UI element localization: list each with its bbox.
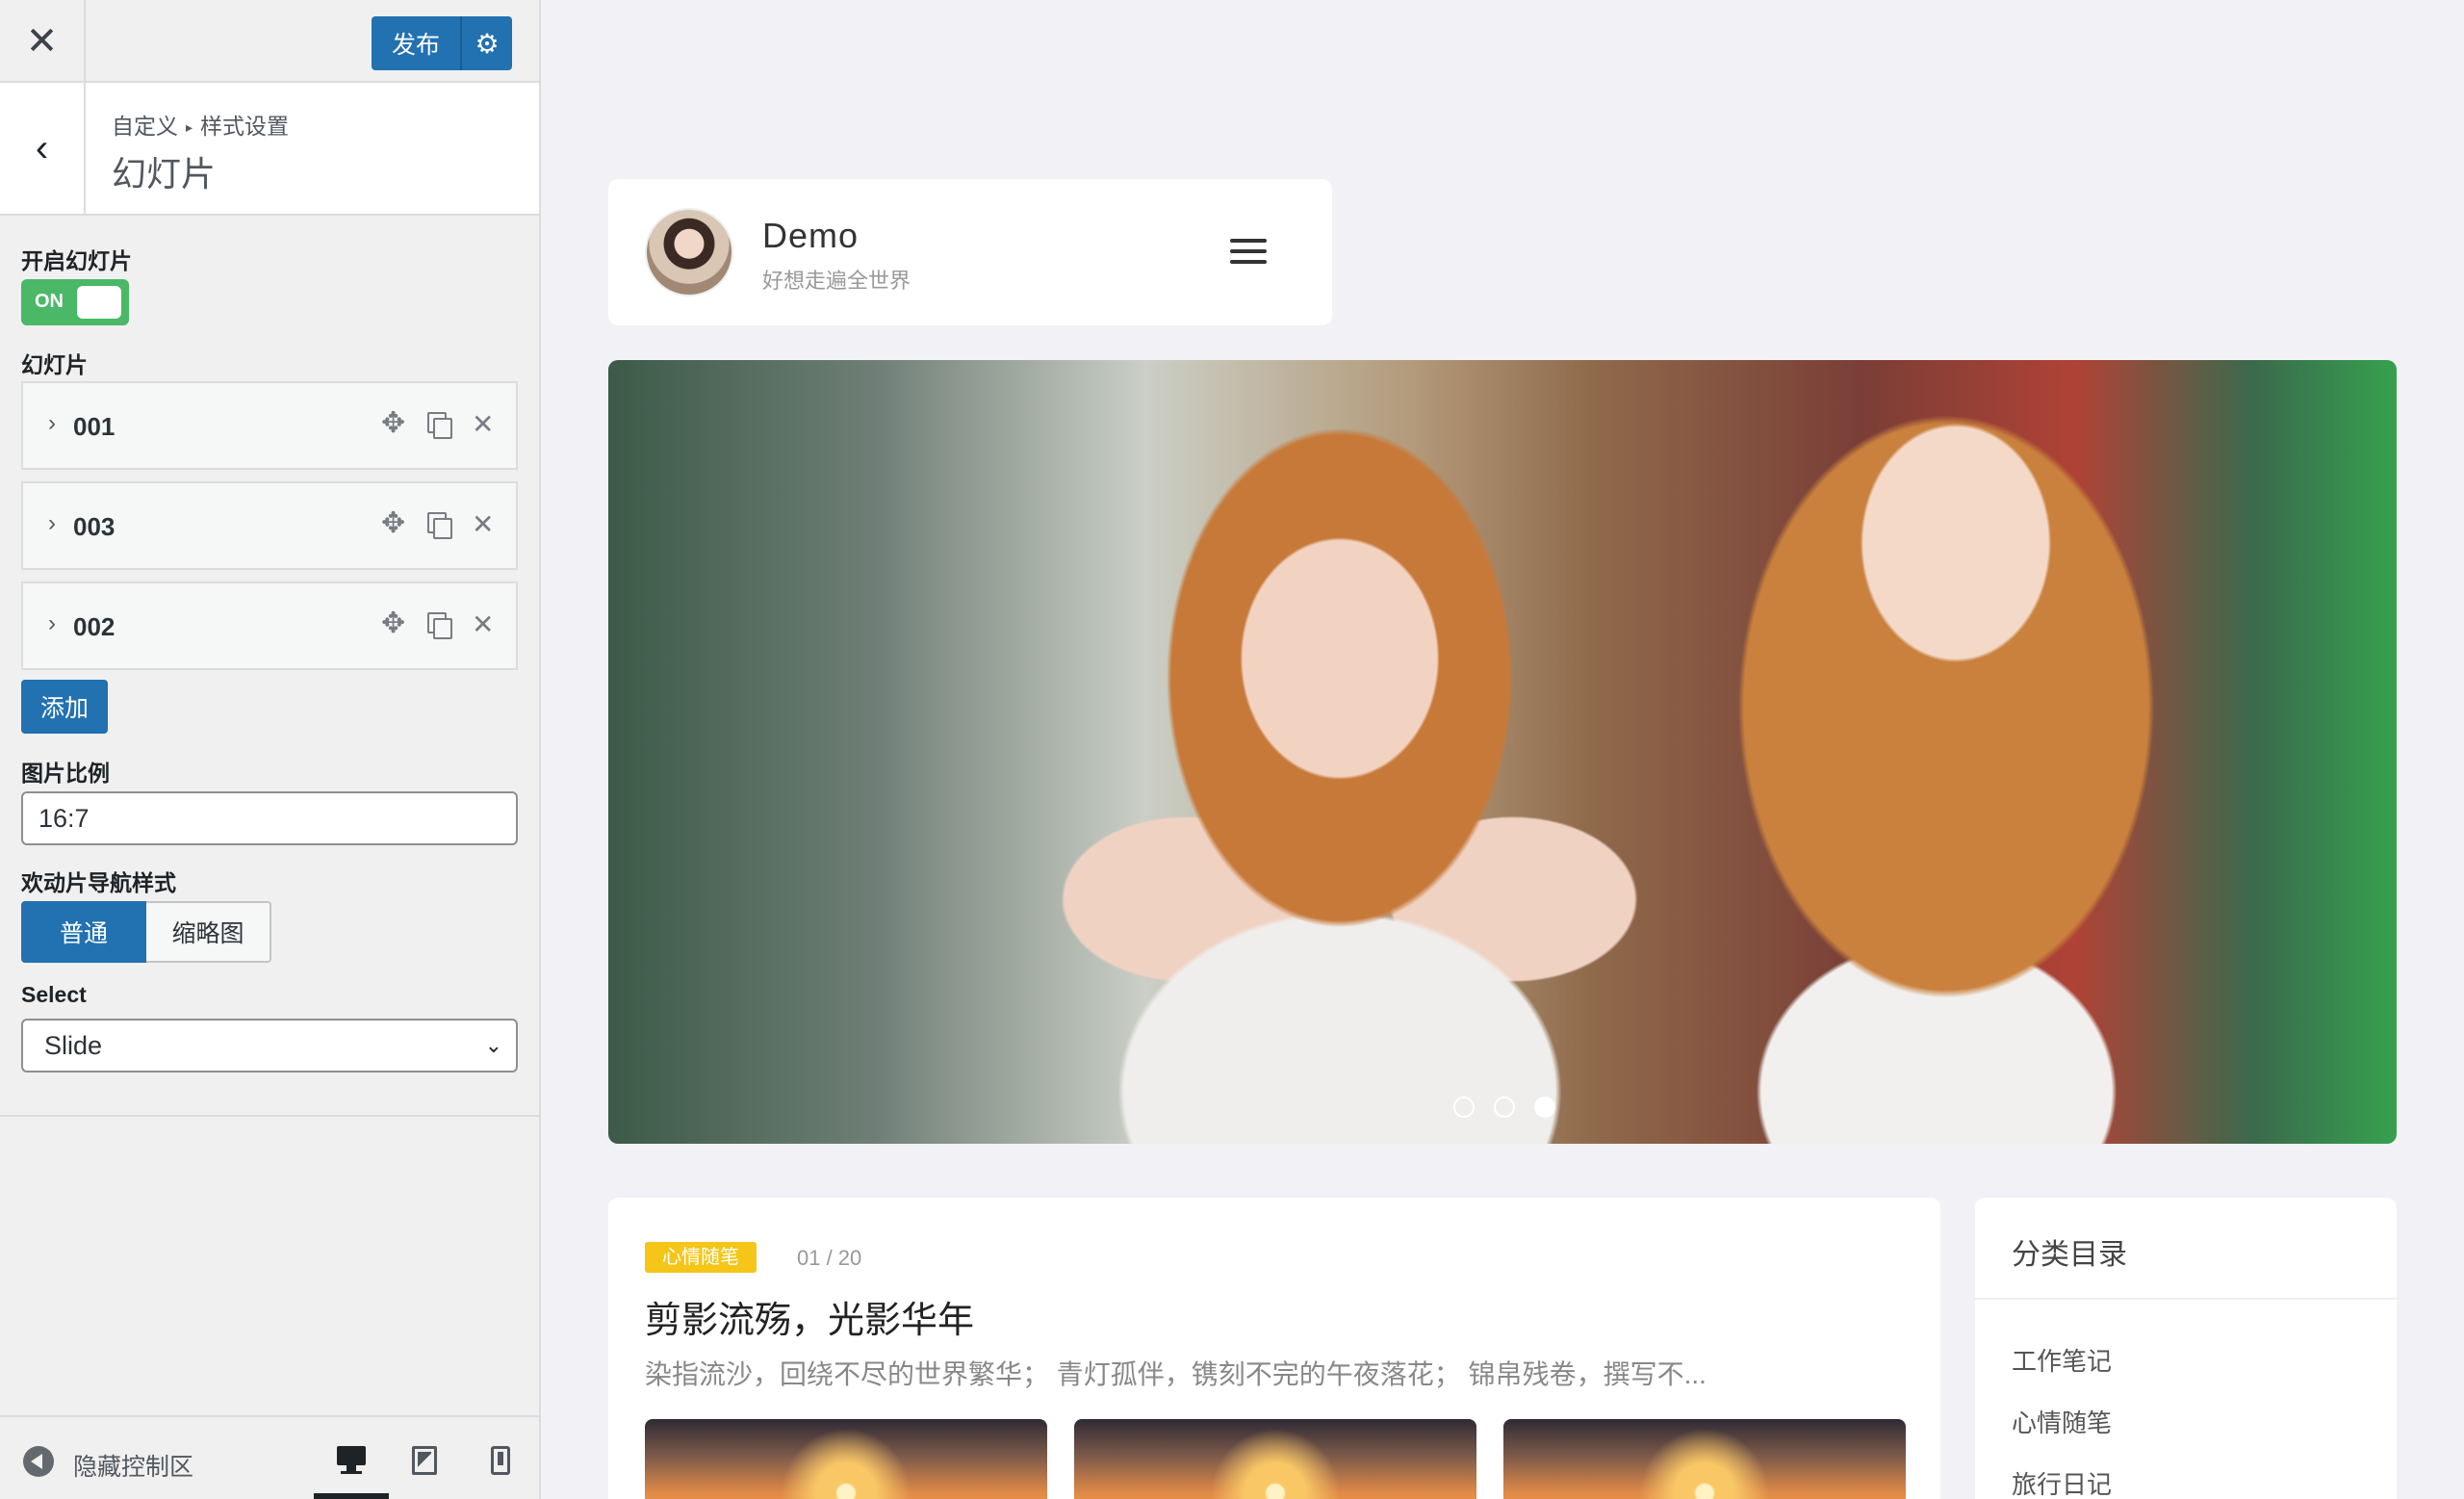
site-tagline: 好想走遍全世界 (762, 269, 911, 293)
tablet-preview-icon[interactable] (412, 1446, 437, 1475)
menu-icon[interactable] (1230, 239, 1267, 268)
post-excerpt: 染指流沙，回绕不尽的世界繁华； 青灯孤伴，镌刻不完的午夜落花； 锦帛残卷，撰写不… (645, 1359, 1707, 1389)
breadcrumb-root: 自定义 (112, 114, 178, 139)
breadcrumb-parent: 样式设置 (200, 114, 290, 139)
publish-group: 发布 ⚙ (372, 16, 512, 70)
ratio-input[interactable]: 16:7 (21, 791, 518, 845)
slide-image (897, 360, 1744, 1144)
widget-title: 分类目录 (2012, 1239, 2127, 1271)
section-title: 幻灯片 (112, 154, 217, 194)
post-thumbnail[interactable] (1503, 1419, 1906, 1499)
ratio-label: 图片比例 (21, 761, 110, 786)
back-chevron-icon[interactable]: ‹ (0, 83, 86, 214)
breadcrumb-separator: ▸ (186, 119, 193, 136)
breadcrumb: 自定义 ▸ 样式设置 (112, 108, 289, 141)
section-header: ‹ 自定义 ▸ 样式设置 幻灯片 (0, 83, 539, 216)
slide-item[interactable]: › 001 ✥ ✕ (21, 381, 518, 470)
close-icon[interactable]: ✕ (0, 0, 86, 83)
divider (1975, 1298, 2397, 1300)
move-icon[interactable]: ✥ (381, 607, 405, 640)
site-title[interactable]: Demo (762, 216, 859, 256)
select-label: Select (21, 982, 87, 1007)
move-icon[interactable]: ✥ (381, 506, 405, 540)
duplicate-icon[interactable] (427, 512, 452, 539)
nav-style-label: 欢动片导航样式 (21, 870, 176, 895)
customizer-footer: 隐藏控制区 (0, 1415, 539, 1499)
category-widget: 分类目录 工作笔记 心情随笔 旅行日记 (1975, 1198, 2397, 1499)
slides-label: 幻灯片 (21, 352, 88, 377)
enable-slider-toggle[interactable]: ON (21, 279, 129, 325)
hide-controls-label[interactable]: 隐藏控制区 (73, 1448, 193, 1483)
chevron-right-icon[interactable]: › (48, 610, 56, 637)
slider-dots (1453, 1097, 1555, 1118)
nav-style-normal-button[interactable]: 普通 (21, 901, 146, 963)
customizer-topbar: ✕ 发布 ⚙ (0, 0, 539, 83)
category-link[interactable]: 旅行日记 (2012, 1465, 2112, 1499)
duplicate-icon[interactable] (427, 612, 452, 639)
desktop-preview-icon[interactable] (314, 1417, 389, 1499)
hero-slider[interactable] (608, 360, 2397, 1144)
move-icon[interactable]: ✥ (381, 406, 405, 440)
slide-item-name: 002 (73, 612, 116, 641)
enable-slider-label: 开启幻灯片 (21, 248, 132, 273)
mobile-preview-icon[interactable] (491, 1446, 510, 1475)
chevron-right-icon[interactable]: › (48, 510, 56, 537)
toggle-text: ON (35, 291, 64, 312)
collapse-icon[interactable] (23, 1446, 54, 1477)
divider (0, 1115, 539, 1117)
slide-item[interactable]: › 003 ✥ ✕ (21, 481, 518, 570)
post-title[interactable]: 剪影流殇，光影华年 (645, 1290, 974, 1343)
slide-item-name: 003 (73, 512, 116, 541)
delete-icon[interactable]: ✕ (472, 508, 494, 540)
slide-item-name: 001 (73, 412, 116, 441)
delete-icon[interactable]: ✕ (472, 608, 494, 640)
post-image-count: 01 / 20 (797, 1246, 862, 1270)
post-thumbnail[interactable] (1074, 1419, 1476, 1499)
nav-style-group: 普通 缩略图 (21, 901, 271, 963)
slider-dot-active[interactable] (1534, 1097, 1555, 1118)
post-category-tag[interactable]: 心情随笔 (645, 1242, 757, 1273)
category-link[interactable]: 心情随笔 (2012, 1404, 2112, 1439)
post-thumbnail[interactable] (645, 1419, 1047, 1499)
chevron-right-icon[interactable]: › (48, 410, 56, 437)
slider-dot[interactable] (1453, 1097, 1475, 1118)
slider-dot[interactable] (1494, 1097, 1515, 1118)
add-slide-button[interactable]: 添加 (21, 680, 108, 734)
delete-icon[interactable]: ✕ (472, 408, 494, 440)
site-header: Demo 好想走遍全世界 (608, 179, 1332, 325)
customizer-sidebar: ✕ 发布 ⚙ ‹ 自定义 ▸ 样式设置 幻灯片 开启幻灯片 ON 幻灯片 › 001… (0, 0, 541, 1499)
category-link[interactable]: 工作笔记 (2012, 1342, 2112, 1378)
publish-button[interactable]: 发布 (372, 16, 460, 70)
post-card: 心情随笔 01 / 20 剪影流殇，光影华年 染指流沙，回绕不尽的世界繁华； 青… (608, 1198, 1940, 1499)
toggle-knob (77, 286, 121, 319)
chevron-down-icon: ⌄ (484, 1033, 502, 1057)
nav-style-thumbnail-button[interactable]: 缩略图 (146, 901, 271, 963)
avatar[interactable] (645, 208, 733, 297)
gear-icon[interactable]: ⚙ (460, 16, 512, 70)
effect-select[interactable]: Slide ⌄ (21, 1019, 518, 1073)
select-value: Slide (44, 1031, 103, 1060)
duplicate-icon[interactable] (427, 412, 452, 439)
slide-item[interactable]: › 002 ✥ ✕ (21, 582, 518, 670)
